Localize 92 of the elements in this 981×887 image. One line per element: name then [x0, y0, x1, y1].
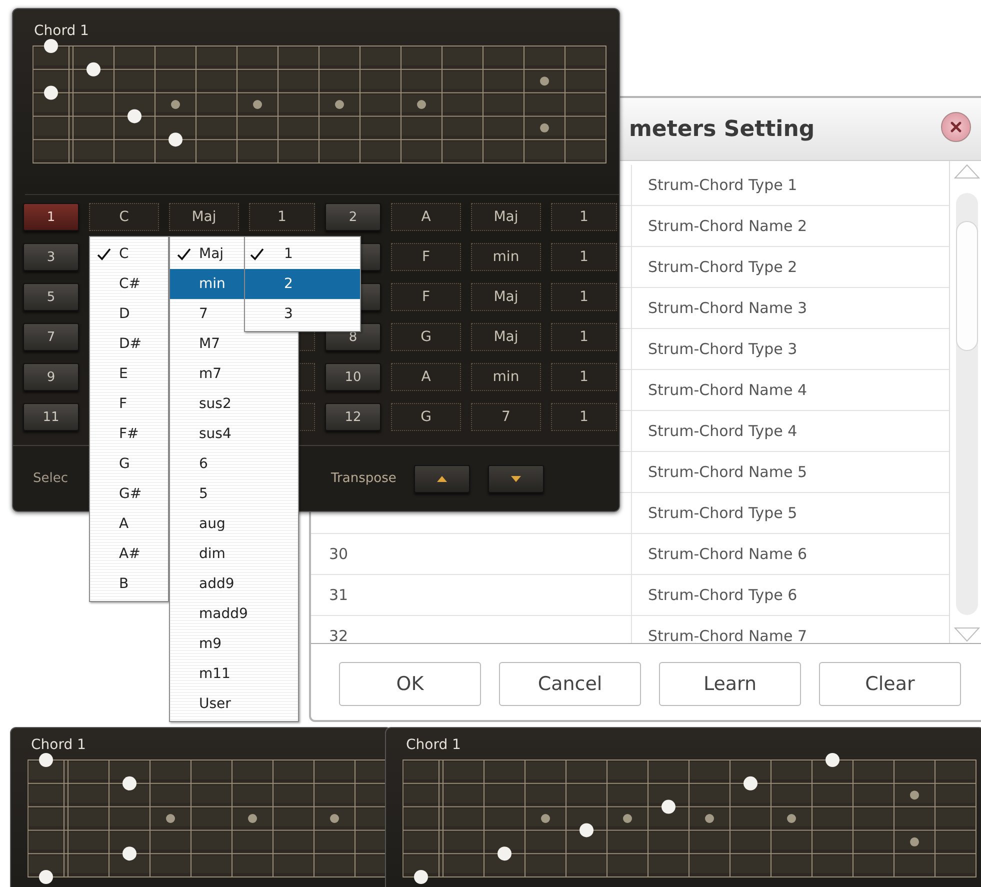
transpose-down-button[interactable] [488, 464, 544, 492]
dialog-button[interactable]: Cancel [499, 662, 641, 706]
menu-item[interactable]: A# [90, 539, 168, 569]
chord-cell[interactable]: min [471, 243, 541, 271]
close-icon [950, 121, 962, 133]
chord-cell[interactable]: G [391, 323, 461, 351]
up-triangle-icon [437, 476, 448, 482]
down-triangle-icon [511, 476, 522, 482]
pad-button[interactable]: 2 [325, 203, 381, 231]
menu-item[interactable]: D# [90, 329, 168, 359]
chord-cell[interactable]: Maj [471, 323, 541, 351]
select-label: Selec [33, 471, 68, 486]
table-cell: Strum-Chord Type 1 [648, 176, 798, 194]
chord-cell[interactable]: A [391, 203, 461, 231]
menu-item[interactable]: aug [170, 509, 298, 539]
chord-cell[interactable]: C [89, 203, 159, 231]
chord-cell[interactable]: Maj [471, 203, 541, 231]
chord-cell[interactable]: 1 [551, 203, 617, 231]
menu-item[interactable]: sus2 [170, 389, 298, 419]
pad-button[interactable]: 5 [23, 283, 79, 311]
menu-item[interactable]: add9 [170, 569, 298, 599]
menu-item[interactable]: F [90, 389, 168, 419]
chord-cell[interactable]: 1 [249, 203, 315, 231]
menu-item[interactable]: dim [170, 539, 298, 569]
menu-item[interactable]: 1 [245, 239, 360, 269]
chord-cell[interactable]: G [391, 403, 461, 431]
menu-item[interactable]: 6 [170, 449, 298, 479]
chord-cell[interactable]: A [391, 363, 461, 391]
dialog-button[interactable]: OK [339, 662, 481, 706]
transpose-up-button[interactable] [414, 464, 470, 492]
chord-cell[interactable]: min [471, 363, 541, 391]
menu-item[interactable]: B [90, 569, 168, 599]
panel-title: Chord 1 [30, 736, 86, 753]
panel-title: Chord 1 [405, 736, 461, 753]
chord-cell[interactable]: 1 [551, 363, 617, 391]
menu-item[interactable]: G [90, 449, 168, 479]
dialog-button[interactable]: Learn [659, 662, 801, 706]
table-cell: 30 [329, 545, 348, 563]
menu-item[interactable]: m11 [170, 659, 298, 689]
chord-cell[interactable]: 1 [551, 243, 617, 271]
scrollbar[interactable] [949, 161, 981, 643]
menu-item[interactable]: D [90, 299, 168, 329]
table-cell: Strum-Chord Type 6 [648, 586, 798, 604]
menu-item[interactable]: F# [90, 419, 168, 449]
pad-button[interactable]: 11 [23, 403, 79, 431]
menu-item[interactable]: 5 [170, 479, 298, 509]
menu-item[interactable]: sus4 [170, 419, 298, 449]
menu-item[interactable]: C [90, 239, 168, 269]
pad-button[interactable]: 10 [325, 363, 381, 391]
chord-cell[interactable]: Maj [169, 203, 239, 231]
dialog-title: meters Setting [629, 116, 815, 142]
chord-cell[interactable]: 7 [471, 403, 541, 431]
menu-item[interactable]: 2 [245, 269, 360, 299]
close-button[interactable] [941, 112, 971, 142]
chord-cell[interactable]: Maj [471, 283, 541, 311]
table-cell: Strum-Chord Type 4 [648, 422, 798, 440]
table-cell: Strum-Chord Name 5 [648, 463, 808, 481]
chord-cell[interactable]: F [391, 283, 461, 311]
menu-item[interactable]: m9 [170, 629, 298, 659]
table-cell: Strum-Chord Name 4 [648, 381, 808, 399]
menu-item[interactable]: m7 [170, 359, 298, 389]
pad-button[interactable]: 9 [23, 363, 79, 391]
pad-button[interactable]: 3 [23, 243, 79, 271]
scroll-thumb[interactable] [956, 221, 978, 351]
menu-item[interactable]: A [90, 509, 168, 539]
table-cell: Strum-Chord Type 5 [648, 504, 798, 522]
table-cell: Strum-Chord Name 6 [648, 545, 808, 563]
scroll-up-icon[interactable] [954, 163, 980, 179]
table-cell: Strum-Chord Name 2 [648, 217, 808, 235]
table-cell: Strum-Chord Type 3 [648, 340, 798, 358]
panel-title: Chord 1 [33, 22, 89, 39]
menu-item[interactable]: User [170, 689, 298, 719]
table-cell: Strum-Chord Type 2 [648, 258, 798, 276]
table-cell: Strum-Chord Name 7 [648, 627, 808, 643]
transpose-label: Transpose [331, 471, 396, 486]
chord-cell[interactable]: 1 [551, 403, 617, 431]
pad-button[interactable]: 1 [23, 203, 79, 231]
chord-cell[interactable]: F [391, 243, 461, 271]
chord-cell[interactable]: 1 [551, 283, 617, 311]
pad-button[interactable]: 7 [23, 323, 79, 351]
scroll-down-icon[interactable] [954, 627, 980, 643]
table-cell: Strum-Chord Name 3 [648, 299, 808, 317]
chord-cell[interactable]: 1 [551, 323, 617, 351]
menu-item[interactable]: M7 [170, 329, 298, 359]
table-cell: 31 [329, 586, 348, 604]
menu-item[interactable]: E [90, 359, 168, 389]
menu-item[interactable]: G# [90, 479, 168, 509]
menu-item[interactable]: madd9 [170, 599, 298, 629]
table-cell: 32 [329, 627, 348, 643]
dialog-button[interactable]: Clear [819, 662, 961, 706]
menu-item[interactable]: C# [90, 269, 168, 299]
pad-button[interactable]: 12 [325, 403, 381, 431]
